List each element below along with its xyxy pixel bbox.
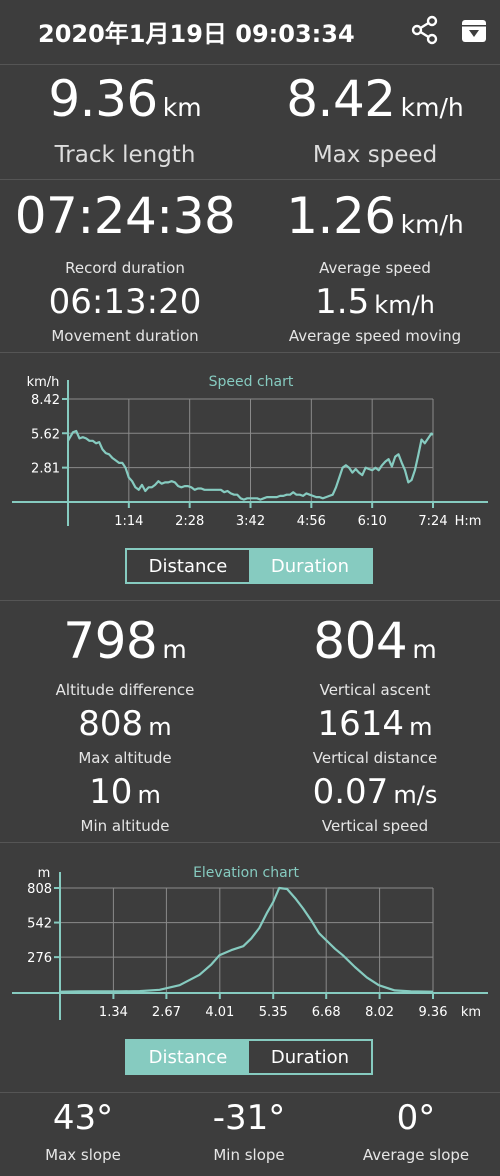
min-slope-value: -31° bbox=[212, 1098, 286, 1138]
altitude-difference-value: 798 bbox=[63, 612, 158, 670]
vertical-distance-label: Vertical distance bbox=[312, 749, 438, 767]
vertical-speed-value: 0.07 bbox=[312, 772, 389, 812]
x-tick-label: 9.36 bbox=[419, 1005, 448, 1020]
movement-duration-value: 06:13:20 bbox=[48, 282, 202, 322]
speed-toggle-duration[interactable]: Duration bbox=[249, 550, 371, 582]
min-altitude-unit: m bbox=[137, 781, 161, 809]
x-tick-label: 4.01 bbox=[205, 1005, 234, 1020]
vertical-distance-unit: m bbox=[409, 713, 433, 741]
y-axis-unit: m bbox=[38, 866, 51, 881]
vertical-ascent-label: Vertical ascent bbox=[319, 681, 431, 699]
altitude-difference-unit: m bbox=[162, 635, 187, 664]
average-speed-label: Average speed bbox=[319, 259, 431, 277]
x-tick-label: 2.67 bbox=[152, 1005, 181, 1020]
min-altitude-label: Min altitude bbox=[80, 817, 170, 835]
movement-duration-label: Movement duration bbox=[51, 327, 199, 345]
average-speed-unit: km/h bbox=[400, 210, 464, 239]
y-tick-label: 276 bbox=[27, 951, 52, 966]
average-slope-label: Average slope bbox=[362, 1146, 470, 1164]
chart-title: Elevation chart bbox=[193, 865, 299, 881]
x-tick-label: 3:42 bbox=[236, 514, 265, 529]
speed-chart[interactable]: 8.42 5.62 2.81 1:14 2:28 3:42 4:56 6:10 7:24 H:m k… bbox=[0, 360, 500, 540]
max-speed-unit: km/h bbox=[400, 93, 464, 122]
elevation-toggle-distance[interactable]: Distance bbox=[127, 1041, 249, 1073]
vertical-ascent-unit: m bbox=[412, 635, 437, 664]
download-icon[interactable] bbox=[461, 18, 487, 44]
x-tick-label: 1.34 bbox=[99, 1005, 128, 1020]
x-tick-label: 6.68 bbox=[312, 1005, 341, 1020]
max-altitude-value: 808 bbox=[78, 704, 144, 744]
elevation-chart-toggle[interactable]: Distance Duration bbox=[125, 1039, 373, 1075]
speed-chart-toggle[interactable]: Distance Duration bbox=[125, 548, 373, 584]
track-length-value: 9.36 bbox=[48, 70, 158, 128]
max-altitude-label: Max altitude bbox=[78, 749, 172, 767]
y-tick-label: 542 bbox=[27, 917, 52, 932]
speed-toggle-distance[interactable]: Distance bbox=[127, 550, 249, 582]
max-speed-label: Max speed bbox=[312, 142, 438, 168]
chart-title: Speed chart bbox=[209, 374, 294, 390]
x-axis-unit: H:m bbox=[455, 514, 482, 529]
avg-speed-moving-value: 1.5 bbox=[315, 282, 370, 322]
x-tick-label: 5.35 bbox=[259, 1005, 288, 1020]
share-icon[interactable] bbox=[410, 15, 440, 45]
x-tick-label: 2:28 bbox=[175, 514, 204, 529]
min-altitude-value: 10 bbox=[89, 772, 133, 812]
avg-speed-moving-unit: km/h bbox=[374, 291, 435, 319]
track-length-unit: km bbox=[162, 93, 202, 122]
vertical-distance-value: 1614 bbox=[317, 704, 405, 744]
average-slope-value: 0° bbox=[396, 1098, 436, 1138]
elevation-toggle-duration[interactable]: Duration bbox=[249, 1041, 371, 1073]
average-speed-value: 1.26 bbox=[286, 187, 396, 245]
avg-speed-moving-label: Average speed moving bbox=[288, 327, 462, 345]
max-speed-value: 8.42 bbox=[286, 70, 396, 128]
elevation-chart[interactable]: 808 542 276 1.34 2.67 4.01 5.35 6.68 8.02 9.36 km m… bbox=[0, 850, 500, 1030]
x-tick-label: 6:10 bbox=[358, 514, 387, 529]
y-tick-label: 5.62 bbox=[31, 427, 60, 442]
max-altitude-unit: m bbox=[148, 713, 172, 741]
x-tick-label: 8.02 bbox=[365, 1005, 394, 1020]
track-length-label: Track length bbox=[54, 142, 196, 168]
y-tick-label: 808 bbox=[27, 882, 52, 897]
altitude-difference-label: Altitude difference bbox=[55, 681, 195, 699]
y-tick-label: 8.42 bbox=[31, 393, 60, 408]
y-tick-label: 2.81 bbox=[31, 462, 60, 477]
y-axis-unit: km/h bbox=[27, 375, 60, 390]
x-axis-unit: km bbox=[461, 1005, 481, 1020]
header-title: 2020年1月19日 09:03:34 bbox=[38, 20, 355, 48]
vertical-ascent-value: 804 bbox=[313, 612, 408, 670]
x-tick-label: 7:24 bbox=[418, 514, 447, 529]
max-slope-value: 43° bbox=[52, 1098, 114, 1138]
vertical-speed-unit: m/s bbox=[393, 781, 438, 809]
record-duration-value: 07:24:38 bbox=[14, 187, 236, 245]
max-slope-label: Max slope bbox=[45, 1146, 121, 1164]
min-slope-label: Min slope bbox=[213, 1146, 285, 1164]
record-duration-label: Record duration bbox=[65, 259, 185, 277]
x-tick-label: 4:56 bbox=[297, 514, 326, 529]
series-line bbox=[59, 886, 434, 993]
vertical-speed-label: Vertical speed bbox=[321, 817, 429, 835]
x-tick-label: 1:14 bbox=[114, 514, 143, 529]
